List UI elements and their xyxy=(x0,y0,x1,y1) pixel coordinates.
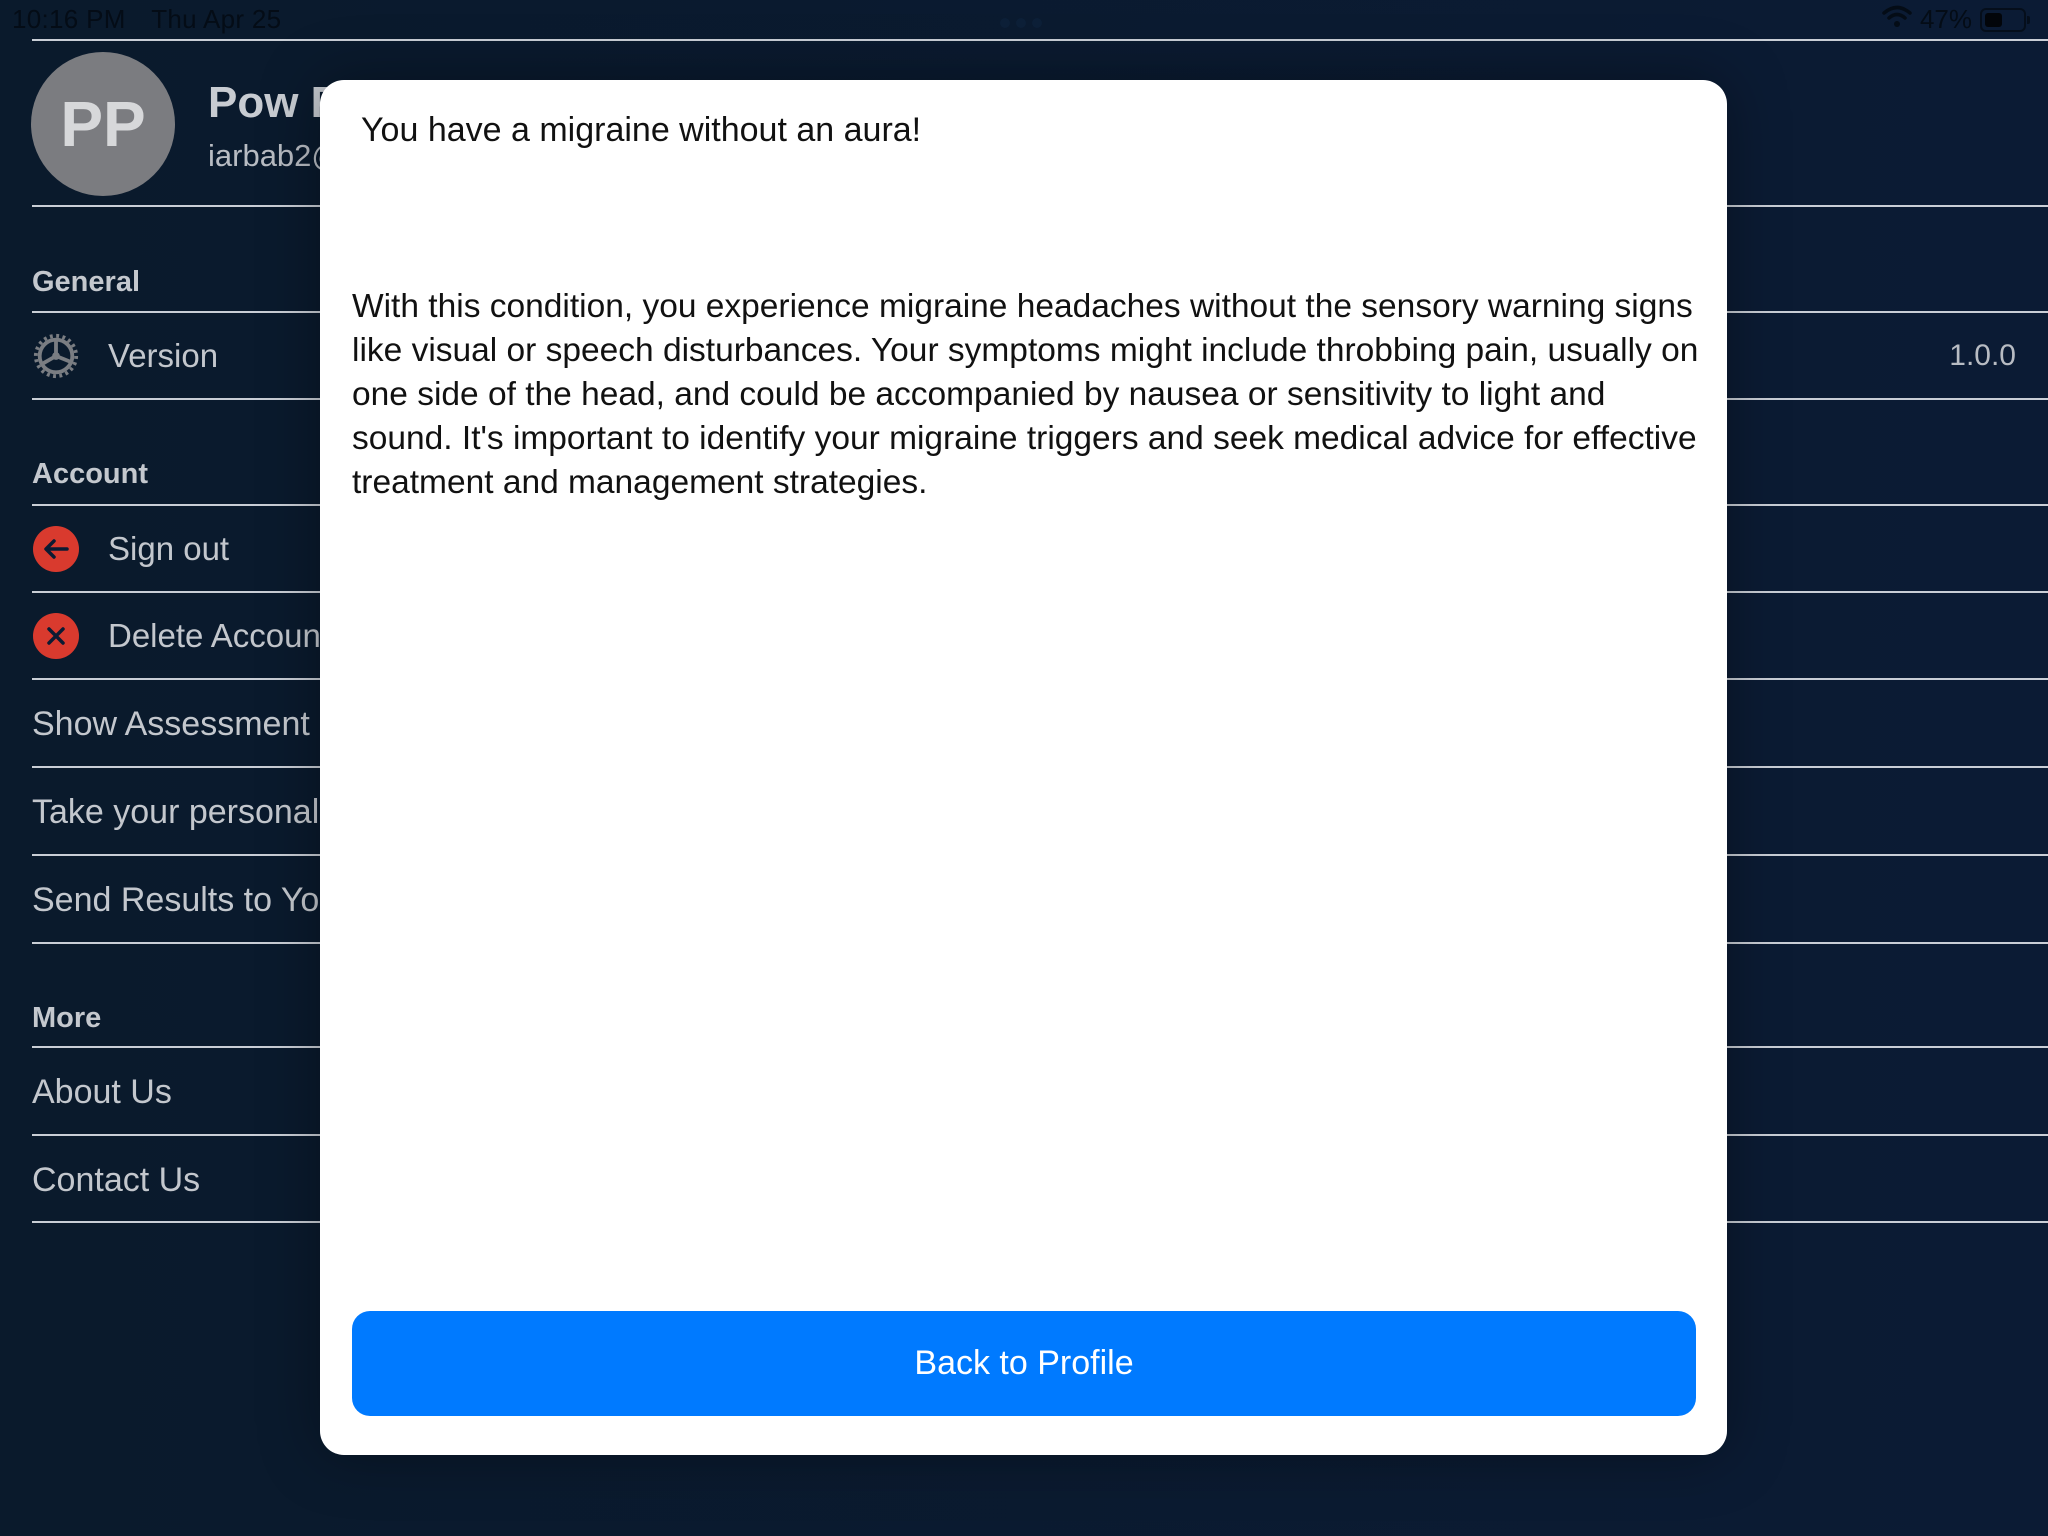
profile-screen: 10:16 PM Thu Apr 25 47% PP Pow P iarbab2… xyxy=(0,0,2048,1536)
contact-us-label: Contact Us xyxy=(32,1160,201,1199)
status-time: 10:16 PM xyxy=(12,4,126,34)
avatar[interactable]: PP xyxy=(31,52,175,196)
diagnosis-modal: You have a migraine without an aura! Wit… xyxy=(320,80,1727,1455)
take-personal-label: Take your personal xyxy=(32,792,320,831)
arrow-left-circle-icon xyxy=(33,526,79,572)
section-header-general: General xyxy=(32,266,140,298)
version-label: Version xyxy=(108,337,219,374)
battery-percent: 47% xyxy=(1919,4,1972,34)
x-circle-icon xyxy=(33,613,79,659)
section-header-account: Account xyxy=(32,458,148,490)
avatar-initials: PP xyxy=(60,88,146,160)
section-header-more: More xyxy=(32,1002,102,1034)
multitask-dot xyxy=(1000,18,1010,28)
divider xyxy=(32,39,2048,41)
delete-account-icon xyxy=(32,612,80,660)
status-bar-right: 47% xyxy=(1882,4,2030,35)
status-date: Thu Apr 25 xyxy=(151,4,282,34)
show-assessment-label: Show Assessment xyxy=(32,704,310,743)
gear-icon xyxy=(32,332,80,380)
multitask-dot xyxy=(1016,18,1026,28)
battery-level-fill xyxy=(1985,12,2002,27)
battery-icon xyxy=(1980,7,2030,32)
back-to-profile-button[interactable]: Back to Profile xyxy=(352,1311,1696,1416)
modal-title: You have a migraine without an aura! xyxy=(361,111,922,149)
about-us-label: About Us xyxy=(32,1072,172,1111)
multitasking-indicator[interactable] xyxy=(1000,18,1042,28)
send-results-label: Send Results to You xyxy=(32,880,339,919)
multitask-dot xyxy=(1032,18,1042,28)
modal-body-text: With this condition, you experience migr… xyxy=(352,288,1699,501)
version-value: 1.0.0 xyxy=(1949,339,2016,372)
wifi-icon xyxy=(1882,4,1912,35)
sign-out-icon xyxy=(32,525,80,573)
status-bar-time: 10:16 PM Thu Apr 25 xyxy=(12,4,281,35)
sign-out-label: Sign out xyxy=(108,530,230,567)
delete-account-label: Delete Account xyxy=(108,617,330,654)
